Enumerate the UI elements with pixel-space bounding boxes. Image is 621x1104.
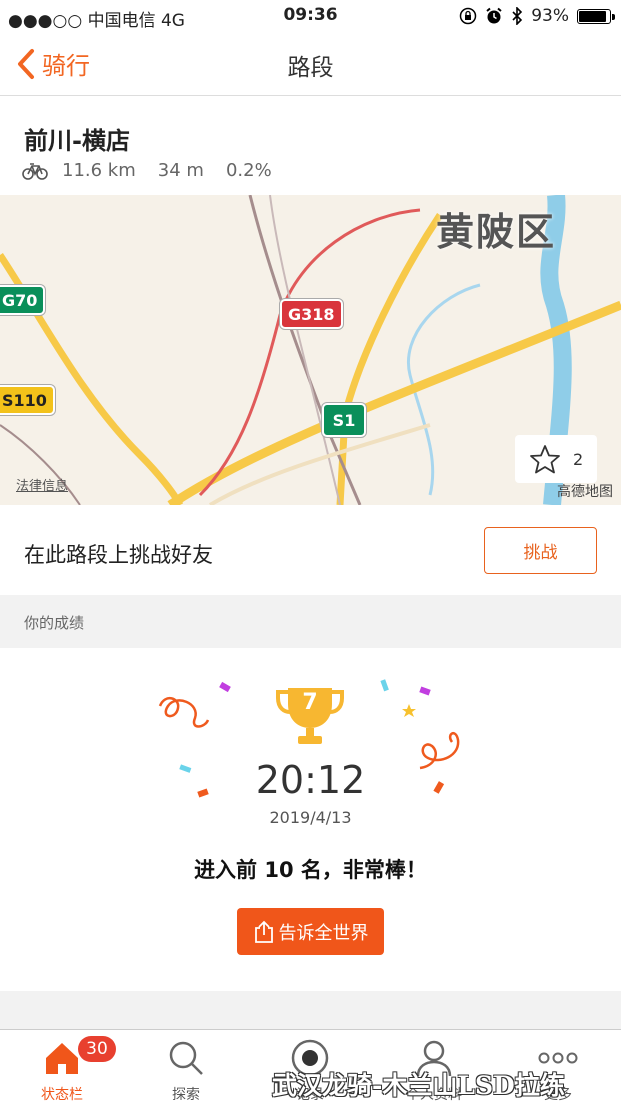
status-icons: 93% [459,6,615,26]
alarm-icon [486,7,502,24]
grade-value: 0.2% [225,160,272,181]
share-icon [254,920,273,943]
road-badge-g70: G70 [0,285,46,315]
tab-explore[interactable]: 探索 [124,1030,248,1104]
segment-name: 前川-横店 [24,127,130,155]
home-icon [46,1043,78,1074]
map-provider-label: 高德地图 [557,484,613,500]
segment-stats: 11.6 km 34 m 0.2% [22,160,272,181]
result-card: 7 20:12 2019/4/13 进入前 10 名，非常棒！ 告诉全世界 [0,648,621,991]
road-badge-s110: S110 [0,385,55,415]
star-button[interactable]: 2 [515,435,597,483]
star-count: 2 [573,449,584,469]
battery-icon [577,8,615,24]
distance-value: 11.6 km [62,160,136,181]
trophy-icon: 7 [274,682,346,748]
search-icon [169,1041,203,1075]
segment-map[interactable]: 黄陂区 G70 G318 S1 S110 法律信息 高德地图 2 [0,195,621,505]
tab-label: 状态栏 [41,1087,83,1103]
tab-label: 探索 [172,1087,200,1103]
share-label: 告诉全世界 [278,922,369,944]
notification-badge: 30 [78,1036,116,1062]
rank-number: 7 [302,690,318,715]
navigation-bar: 骑行 路段 [0,32,621,96]
orientation-lock-icon [459,7,477,25]
challenge-text: 在此路段上挑战好友 [24,543,213,567]
road-badge-g318: G318 [280,299,343,329]
page-title: 路段 [287,55,334,81]
bicycle-icon [22,162,48,180]
challenge-button[interactable]: 挑战 [484,527,597,574]
section-title: 你的成绩 [24,614,85,632]
share-button[interactable]: 告诉全世界 [237,908,384,955]
bluetooth-icon [512,7,523,25]
watermark-text: 武汉龙骑-木兰山LSD拉练 [272,1071,565,1100]
battery-percent: 93% [531,6,569,26]
segment-header: 前川-横店 11.6 km 34 m 0.2% [0,97,621,195]
status-bar: ●●●○○ 中国电信 4G 09:36 93% [0,0,621,32]
result-time: 20:12 [255,758,366,802]
challenge-row: 在此路段上挑战好友 挑战 [0,505,621,595]
star-icon [530,445,560,474]
tab-feed[interactable]: 30 状态栏 [0,1030,124,1104]
road-badge-s1: S1 [322,403,366,437]
map-district-label: 黄陂区 [436,210,557,254]
section-spacer [0,991,621,1029]
elevation-value: 34 m [157,160,204,181]
result-message: 进入前 10 名，非常棒！ [194,858,427,882]
section-header: 你的成绩 [0,595,621,648]
map-legal-link[interactable]: 法律信息 [16,475,68,494]
result-date: 2019/4/13 [269,808,352,827]
